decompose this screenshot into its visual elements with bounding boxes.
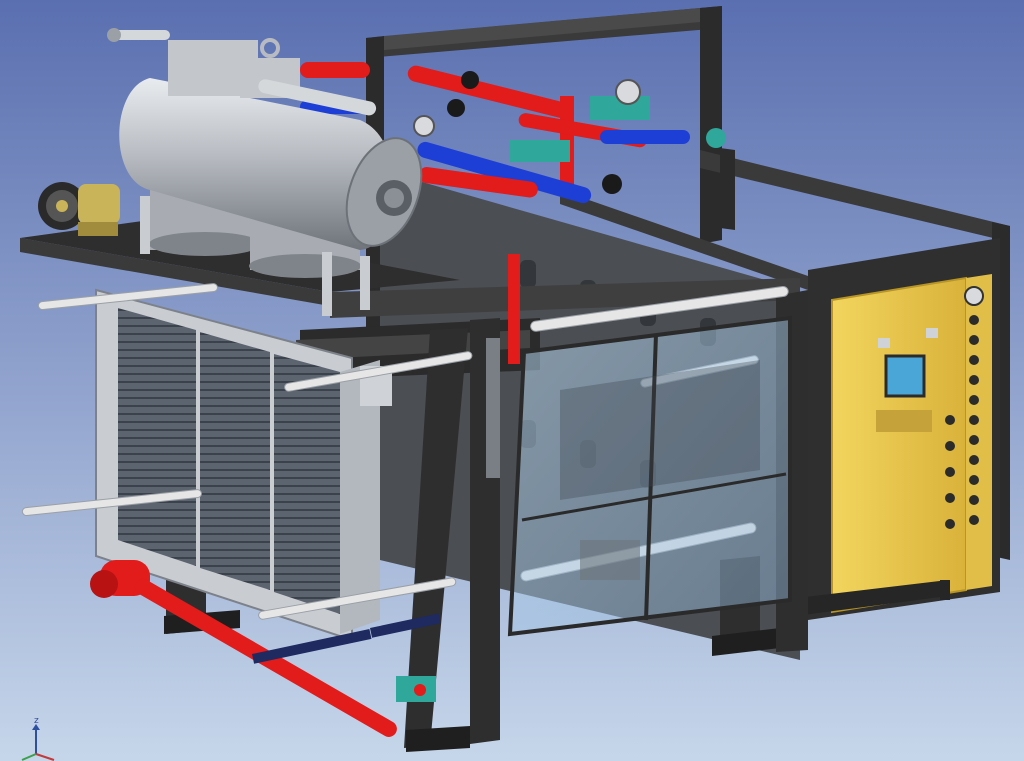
machine-model-render[interactable] (0, 0, 1024, 761)
triad-axis-label: z (34, 716, 39, 726)
glass-door (486, 315, 792, 637)
vertical-red-pipe (508, 254, 520, 364)
electrical-cabinet (780, 238, 1000, 620)
cad-viewport[interactable]: z (0, 0, 1024, 761)
coordinate-triad-icon: z (21, 716, 55, 761)
